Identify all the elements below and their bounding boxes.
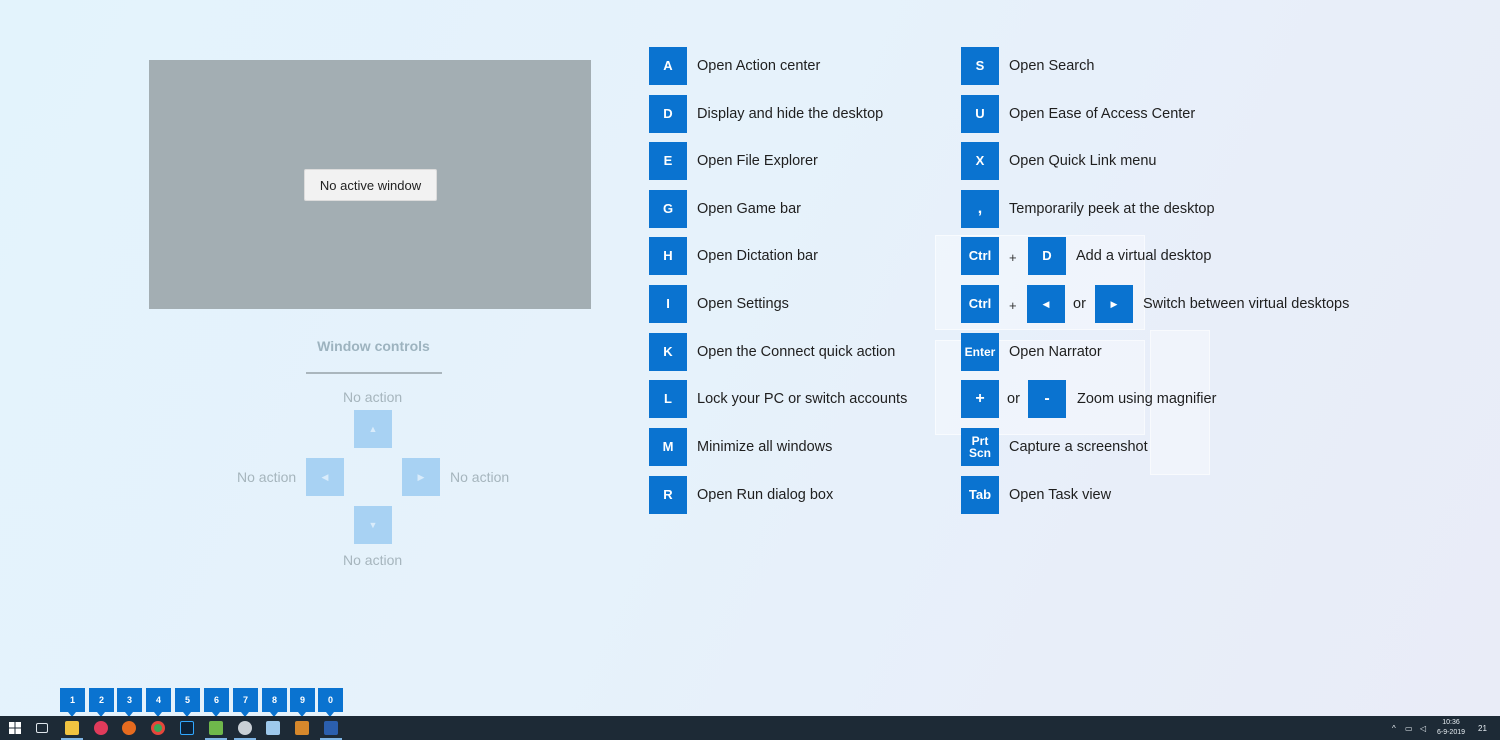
window-controls-title: Window controls: [317, 338, 430, 354]
arrow-right-icon: ▶: [1110, 299, 1118, 309]
up-action-label: No action: [343, 389, 403, 405]
or-label: or: [1007, 391, 1020, 407]
shortcut-desc: Zoom using magnifier: [1077, 391, 1217, 407]
tray-chevron-icon[interactable]: ^: [1392, 716, 1396, 740]
or-label: or: [1073, 296, 1086, 312]
plus-sign: +: [1009, 298, 1017, 313]
shortcut-desc: Add a virtual desktop: [1076, 248, 1212, 264]
key-e: E: [649, 142, 687, 180]
up-arrow-button[interactable]: ▲: [354, 410, 392, 448]
key-k: K: [649, 333, 687, 371]
key-comma: ,: [961, 190, 999, 228]
clock[interactable]: 10:36 6-9-2019: [1433, 718, 1469, 738]
firefox-icon[interactable]: [122, 721, 136, 735]
key-g: G: [649, 190, 687, 228]
key-d: D: [649, 95, 687, 133]
key-i: I: [649, 285, 687, 323]
notification-icon[interactable]: 21: [1478, 716, 1487, 740]
app-green-icon[interactable]: [209, 721, 223, 735]
arrow-right-icon: ▶: [417, 471, 425, 482]
key-a: A: [649, 47, 687, 85]
taskbar-number-badge: 6: [204, 688, 229, 717]
taskbar-number-badge: 2: [89, 688, 114, 717]
key-u: U: [961, 95, 999, 133]
taskbar-number-badge: 0: [318, 688, 343, 717]
key-h: H: [649, 237, 687, 275]
shortcut-desc: Open the Connect quick action: [697, 344, 896, 360]
shortcut-desc: Temporarily peek at the desktop: [1009, 201, 1215, 217]
key-ctrl: Ctrl: [961, 237, 999, 275]
clock-time: 10:36: [1442, 719, 1460, 726]
shortcut-desc: Open Action center: [697, 58, 821, 74]
volume-icon[interactable]: ◁: [1420, 716, 1426, 740]
shortcut-desc: Capture a screenshot: [1009, 439, 1148, 455]
key-left-arrow: ◀: [1027, 285, 1065, 323]
right-arrow-button[interactable]: ▶: [402, 458, 440, 496]
arrow-left-icon: ◀: [321, 471, 329, 482]
app-grid-icon[interactable]: [295, 721, 309, 735]
no-active-window-label: No active window: [304, 169, 437, 201]
taskbar-number-badge: 7: [233, 688, 258, 717]
word-icon[interactable]: [324, 721, 338, 735]
shortcut-desc: Open Search: [1009, 58, 1095, 74]
key-x: X: [961, 142, 999, 180]
key-minus: -: [1028, 380, 1066, 418]
shortcut-desc: Open Run dialog box: [697, 487, 834, 503]
left-action-label: No action: [237, 469, 297, 485]
shortcut-desc: Open Ease of Access Center: [1009, 106, 1196, 122]
down-arrow-button[interactable]: ▼: [354, 506, 392, 544]
divider: [306, 372, 442, 374]
photoshop-icon[interactable]: [180, 721, 194, 735]
taskbar-number-badge: 4: [146, 688, 171, 717]
taskbar-number-badge: 9: [290, 688, 315, 717]
key-enter: Enter: [961, 333, 999, 371]
shortcut-desc: Open Game bar: [697, 201, 801, 217]
file-explorer-icon[interactable]: [65, 721, 79, 735]
right-action-label: No action: [450, 469, 510, 485]
shortcut-desc: Open Settings: [697, 296, 789, 312]
key-plus: +: [961, 380, 999, 418]
shortcut-desc: Switch between virtual desktops: [1143, 296, 1350, 312]
chrome-icon[interactable]: [151, 721, 165, 735]
shortcut-desc: Open File Explorer: [697, 153, 818, 169]
key-line: Scn: [968, 446, 991, 460]
taskbar-number-badge: 8: [262, 688, 287, 717]
taskbar-number-badge: 3: [117, 688, 142, 717]
app-blue-icon[interactable]: [266, 721, 280, 735]
arrow-down-icon: ▼: [368, 520, 378, 530]
arrow-up-icon: ▲: [368, 424, 378, 434]
plus-sign: +: [1009, 250, 1017, 265]
task-view-icon[interactable]: [36, 723, 48, 733]
windows-start-icon[interactable]: [9, 721, 23, 735]
key-s: S: [961, 47, 999, 85]
key-prtscn: Prt Scn: [961, 428, 999, 466]
taskbar-number-badge: 1: [60, 688, 85, 717]
shortcut-desc: Minimize all windows: [697, 439, 833, 455]
key-tab: Tab: [961, 476, 999, 514]
shortcut-desc: Open Narrator: [1009, 344, 1102, 360]
shortcut-desc: Display and hide the desktop: [697, 106, 884, 122]
app-gray-icon[interactable]: [238, 721, 252, 735]
network-icon[interactable]: ▭: [1405, 716, 1413, 740]
shortcut-desc: Open Dictation bar: [697, 248, 818, 264]
taskbar: ^ ▭ ◁ 10:36 6-9-2019 21: [0, 716, 1500, 740]
key-l: L: [649, 380, 687, 418]
shortcut-desc: Open Quick Link menu: [1009, 153, 1157, 169]
key-right-arrow: ▶: [1095, 285, 1133, 323]
left-arrow-button[interactable]: ◀: [306, 458, 344, 496]
key-d: D: [1028, 237, 1066, 275]
arrow-left-icon: ◀: [1042, 299, 1050, 309]
app-red-icon[interactable]: [94, 721, 108, 735]
clock-date: 6-9-2019: [1436, 729, 1466, 736]
shortcut-desc: Lock your PC or switch accounts: [697, 391, 908, 407]
key-m: M: [649, 428, 687, 466]
down-action-label: No action: [343, 552, 403, 568]
notification-count: 21: [1478, 723, 1487, 733]
taskbar-number-badge: 5: [175, 688, 200, 717]
shortcut-desc: Open Task view: [1009, 487, 1112, 503]
key-r: R: [649, 476, 687, 514]
key-ctrl: Ctrl: [961, 285, 999, 323]
